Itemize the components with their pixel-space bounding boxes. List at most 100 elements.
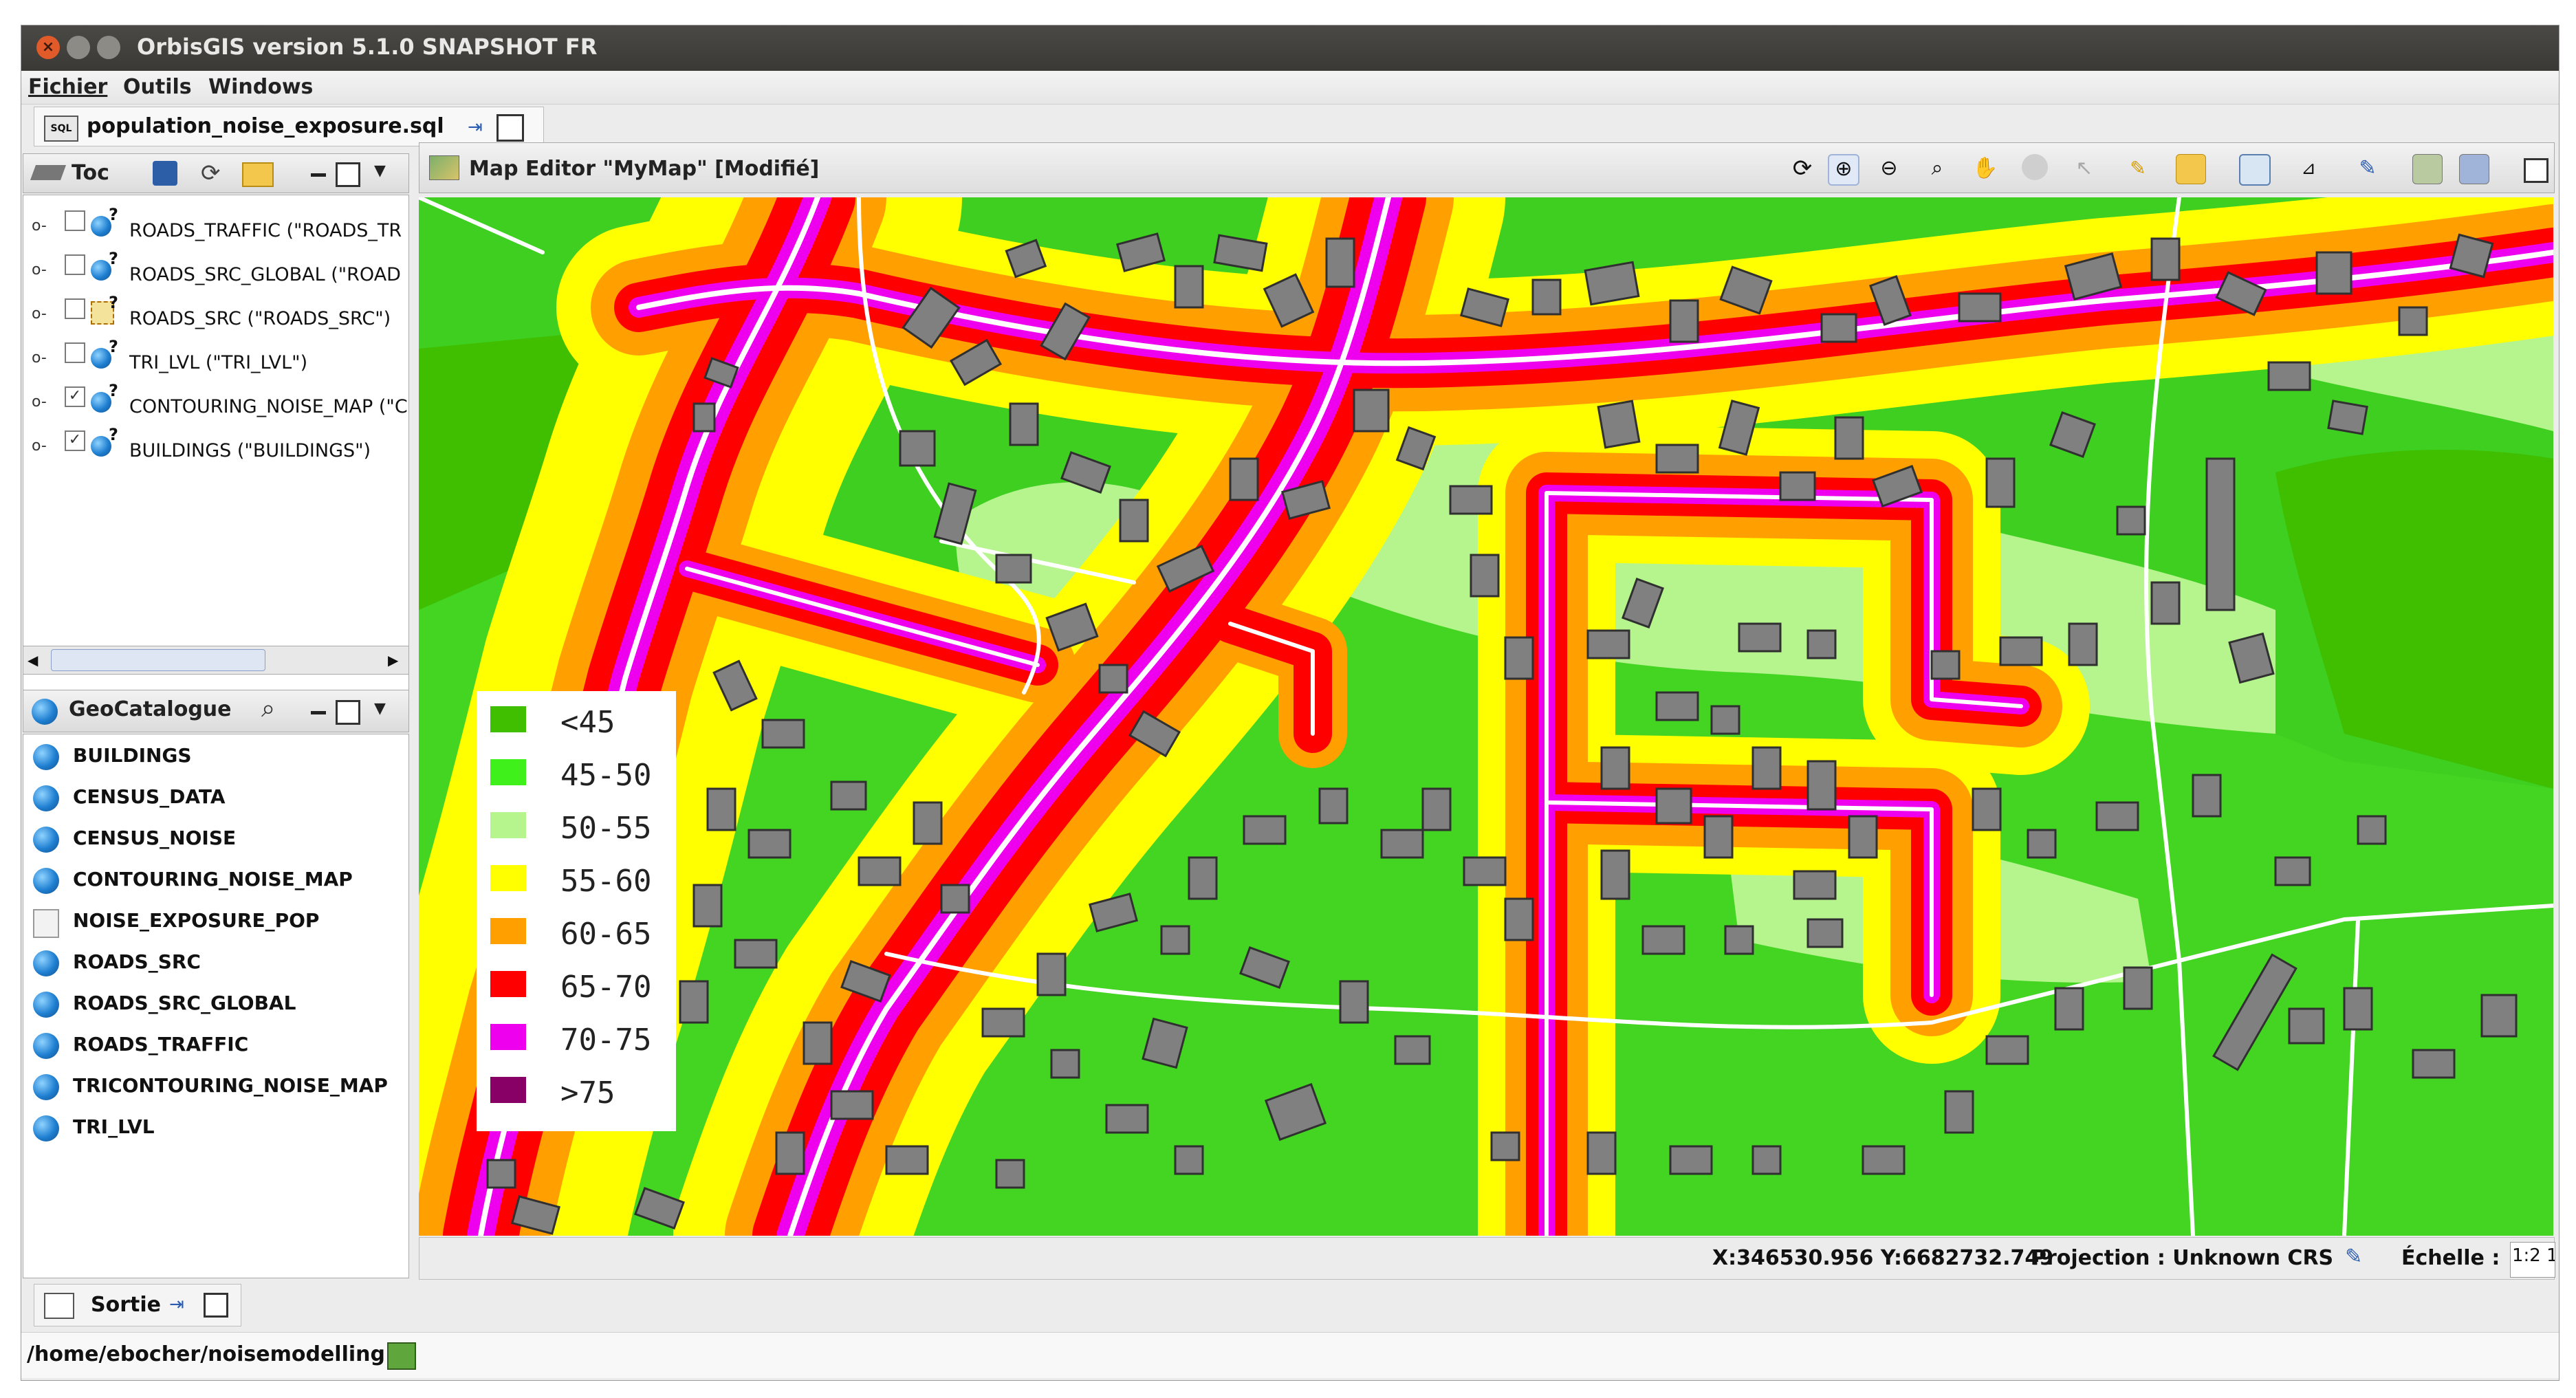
expander-icon[interactable]: o- <box>32 349 47 367</box>
measure-icon[interactable]: ⊿ <box>2294 154 2323 183</box>
change-workspace-icon[interactable] <box>387 1342 416 1370</box>
table-view-icon[interactable] <box>2239 154 2271 186</box>
toc-layer-row[interactable]: o- ✓ ? CONTOURING_NOISE_MAP ("C <box>23 380 408 421</box>
legend-entry: <45 <box>477 695 676 748</box>
layer-visibility-checkbox[interactable] <box>65 210 85 231</box>
catalogue-item[interactable]: BUILDINGS <box>23 734 408 776</box>
layer-visibility-checkbox[interactable] <box>65 254 85 275</box>
toc-layer-row[interactable]: o- ? ROADS_TRAFFIC ("ROADS_TR <box>23 204 408 245</box>
maximize-panel-icon[interactable] <box>2524 158 2548 183</box>
select-arrow-icon[interactable]: ↖ <box>2070 154 2099 183</box>
geocatalogue-panel-title: GeoCatalogue <box>69 697 232 721</box>
panel-menu-arrow-icon[interactable]: ▼ <box>374 162 386 179</box>
catalogue-item[interactable]: NOISE_EXPOSURE_POP <box>23 899 408 941</box>
minimize-window-button[interactable] <box>67 36 90 59</box>
map-legend: <45 45-50 50-55 55-60 60-65 65-70 70-75 … <box>477 691 676 1131</box>
zoom-extent-icon[interactable]: ⌕ <box>1923 154 1952 183</box>
menu-fichier[interactable]: Fichier <box>28 75 107 99</box>
catalogue-item-label: NOISE_EXPOSURE_POP <box>73 909 320 932</box>
output-panel-tab[interactable]: Sortie ⇥ <box>34 1284 241 1326</box>
legend-entry: 50-55 <box>477 801 676 854</box>
pin-icon[interactable]: ⇥ <box>169 1294 184 1315</box>
expander-icon[interactable]: o- <box>32 437 47 455</box>
layer-visibility-checkbox[interactable] <box>65 342 85 363</box>
scroll-right-arrow-icon[interactable]: ▶ <box>388 652 398 668</box>
map-canvas[interactable]: <45 45-50 50-55 55-60 60-65 65-70 70-75 … <box>419 197 2553 1236</box>
refresh-icon[interactable]: ⟳ <box>201 160 221 187</box>
map-editor-title: Map Editor "MyMap" [Modifié] <box>469 157 820 181</box>
panel-menu-arrow-icon[interactable]: ▼ <box>374 700 386 717</box>
minimize-panel-icon[interactable] <box>311 173 326 177</box>
float-panel-icon[interactable] <box>336 700 360 725</box>
float-panel-icon[interactable] <box>336 162 360 187</box>
add-folder-icon[interactable] <box>242 162 274 187</box>
expander-icon[interactable]: o- <box>32 217 47 234</box>
catalogue-item[interactable]: CONTOURING_NOISE_MAP <box>23 858 408 899</box>
sql-document-tab[interactable]: SQL population_noise_exposure.sql ⇥ <box>34 107 544 146</box>
catalogue-item[interactable]: TRICONTOURING_NOISE_MAP <box>23 1064 408 1106</box>
layer-visibility-checkbox[interactable]: ✓ <box>65 430 85 451</box>
clear-selection-icon[interactable]: ✎ <box>2124 154 2152 183</box>
refresh-icon[interactable]: ⟳ <box>1788 154 1817 183</box>
toc-horizontal-scrollbar[interactable]: ◀ ▶ <box>23 646 409 675</box>
legend-entry: 45-50 <box>477 748 676 801</box>
legend-swatch <box>490 865 526 891</box>
toc-layer-row[interactable]: o- ✓ ? BUILDINGS ("BUILDINGS") <box>23 424 408 465</box>
scroll-left-arrow-icon[interactable]: ◀ <box>28 652 38 668</box>
output-console-icon <box>44 1293 74 1319</box>
minimize-panel-icon[interactable] <box>311 711 326 714</box>
scroll-thumb[interactable] <box>51 649 265 671</box>
toc-layer-row[interactable]: o- ? ROADS_SRC ("ROADS_SRC") <box>23 292 408 333</box>
info-tool-icon[interactable] <box>2022 154 2048 180</box>
pin-icon[interactable]: ⇥ <box>468 117 483 138</box>
catalogue-item-label: BUILDINGS <box>73 744 192 767</box>
catalogue-item-label: CONTOURING_NOISE_MAP <box>73 868 353 891</box>
toc-layer-row[interactable]: o- ? ROADS_SRC_GLOBAL ("ROAD <box>23 248 408 289</box>
layer-visibility-checkbox[interactable]: ✓ <box>65 386 85 407</box>
legend-label: <45 <box>560 705 615 740</box>
legend-entry: 60-65 <box>477 907 676 960</box>
globe-icon <box>32 699 58 725</box>
unknown-style-icon: ? <box>109 249 118 268</box>
catalogue-item[interactable]: ROADS_SRC <box>23 941 408 982</box>
float-window-icon[interactable] <box>204 1293 228 1318</box>
zoom-in-icon[interactable]: ⊕ <box>1828 154 1859 186</box>
scale-input[interactable]: 1:2 135 <box>2510 1242 2555 1278</box>
float-window-icon[interactable] <box>496 114 524 142</box>
globe-icon <box>33 992 59 1018</box>
map-status-bar: X:346530.956 Y:6682732.749 Projection : … <box>419 1237 2555 1280</box>
geocatalogue-list: BUILDINGS CENSUS_DATA CENSUS_NOISE CONTO… <box>23 734 409 1278</box>
layer-visibility-checkbox[interactable] <box>65 298 85 319</box>
projection-settings-icon[interactable]: ✎ <box>2345 1245 2362 1269</box>
search-icon[interactable]: ⌕ <box>261 695 275 723</box>
legend-swatch <box>490 759 526 785</box>
close-window-button[interactable]: × <box>36 36 60 59</box>
application-window: × OrbisGIS version 5.1.0 SNAPSHOT FR Fic… <box>21 25 2559 1381</box>
legend-entry: 55-60 <box>477 854 676 907</box>
expander-icon[interactable]: o- <box>32 305 47 323</box>
unknown-style-icon: ? <box>109 381 118 400</box>
catalogue-item[interactable]: CENSUS_NOISE <box>23 817 408 858</box>
toc-layer-row[interactable]: o- ? TRI_LVL ("TRI_LVL") <box>23 336 408 377</box>
legend-label: 60-65 <box>560 917 652 952</box>
catalogue-item[interactable]: ROADS_TRAFFIC <box>23 1023 408 1064</box>
print-map-icon[interactable] <box>2459 154 2489 184</box>
maximize-window-button[interactable] <box>97 36 120 59</box>
unknown-style-icon: ? <box>109 205 118 224</box>
zoom-out-icon[interactable]: ⊖ <box>1875 154 1903 183</box>
globe-icon <box>33 1115 59 1142</box>
expander-icon[interactable]: o- <box>32 393 47 411</box>
title-bar: × OrbisGIS version 5.1.0 SNAPSHOT FR <box>21 25 2559 71</box>
edit-pencil-icon[interactable]: ✎ <box>2353 154 2382 183</box>
pan-hand-icon[interactable]: ✋ <box>1971 154 2000 183</box>
menu-outils[interactable]: Outils <box>123 75 192 99</box>
zoom-selection-icon[interactable] <box>2176 154 2206 184</box>
catalogue-item[interactable]: TRI_LVL <box>23 1106 408 1147</box>
catalogue-item[interactable]: ROADS_SRC_GLOBAL <box>23 982 408 1023</box>
save-icon[interactable] <box>153 161 177 186</box>
menu-windows[interactable]: Windows <box>208 75 313 99</box>
export-map-icon[interactable] <box>2412 154 2443 184</box>
expander-icon[interactable]: o- <box>32 261 47 278</box>
toc-layer-label: ROADS_SRC_GLOBAL ("ROAD <box>129 264 401 285</box>
catalogue-item[interactable]: CENSUS_DATA <box>23 776 408 817</box>
